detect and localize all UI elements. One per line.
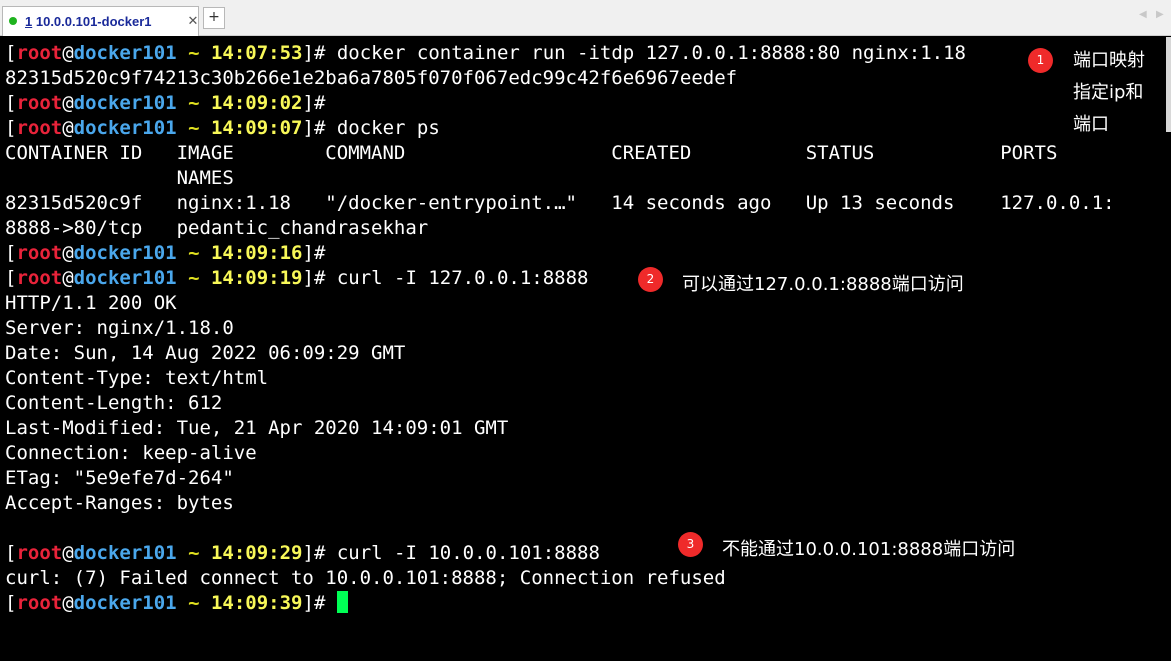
output-line: Accept-Ranges: bytes [5,492,234,514]
prompt-at: @ [62,92,74,114]
tab-number: 1 [25,14,33,29]
prompt-at: @ [62,117,74,139]
tab-label: 10.0.0.101-docker1 [35,14,152,29]
prompt-cwd: ~ [188,42,200,64]
output-line: Date: Sun, 14 Aug 2022 06:09:29 GMT [5,342,406,364]
command-text: curl -I 10.0.0.101:8888 [325,542,600,564]
connected-status-icon [9,17,17,25]
annotation-note-3: 不能通过10.0.0.101:8888端口访问 [722,539,1016,560]
output-line: ETag: "5e9efe7d-264" [5,467,234,489]
prompt-host: docker101 [73,42,177,64]
prompt-line: [root@docker101 ~ 14:09:02]# [5,91,325,116]
prompt-bracket: [ [5,542,17,564]
command-text: docker ps [325,117,440,139]
session-tab[interactable]: 1 10.0.0.101-docker1 ✕ [2,6,199,36]
command-text [325,592,336,614]
prompt-time: 14:09:39 [210,592,303,614]
prompt-at: @ [62,592,74,614]
output-line: Last-Modified: Tue, 21 Apr 2020 14:09:01… [5,417,509,439]
terminal-area[interactable]: [root@docker101 ~ 14:07:53]# docker cont… [0,37,1171,661]
prompt-user: root [16,117,63,139]
prompt-at: @ [62,542,74,564]
prompt-close: ]# [302,92,326,114]
prompt-bracket: [ [5,242,17,264]
prompt-host: docker101 [73,267,177,289]
annotation-badge-3: 3 [678,532,703,557]
prompt-bracket: [ [5,117,17,139]
output-line: 82315d520c9f74213c30b266e1e2ba6a7805f070… [5,67,738,89]
output-line: Content-Type: text/html [5,367,269,389]
prompt-time: 14:09:19 [210,267,303,289]
prompt-time: 14:09:29 [210,542,303,564]
prompt-bracket: [ [5,42,17,64]
window-edge [1166,37,1171,132]
terminal-cursor [336,591,348,613]
prompt-line: [root@docker101 ~ 14:09:19]# curl -I 127… [5,266,589,291]
prompt-close: ]# [302,117,326,139]
annotation-note-1: 端口映射 指定ip和 端口 [1073,45,1145,141]
tab-title: 1 10.0.0.101-docker1 [25,14,152,29]
prompt-close: ]# [302,42,326,64]
prompt-host: docker101 [73,542,177,564]
command-text: curl -I 127.0.0.1:8888 [325,267,589,289]
prompt-close: ]# [302,542,326,564]
prompt-cwd: ~ [188,542,200,564]
prompt-cwd: ~ [188,242,200,264]
output-line: 82315d520c9f nginx:1.18 "/docker-entrypo… [5,192,1115,214]
output-line: HTTP/1.1 200 OK [5,292,177,314]
prompt-time: 14:09:16 [210,242,303,264]
scroll-tabs-left-icon[interactable]: ◀ [1139,9,1147,20]
scroll-tabs-right-icon[interactable]: ▶ [1156,9,1164,20]
prompt-cwd: ~ [188,267,200,289]
prompt-host: docker101 [73,592,177,614]
prompt-host: docker101 [73,117,177,139]
prompt-bracket: [ [5,267,17,289]
annotation-note-1-line: 指定ip和 [1073,82,1144,103]
prompt-time: 14:09:07 [210,117,303,139]
output-line: Connection: keep-alive [5,442,257,464]
output-line: curl: (7) Failed connect to 10.0.0.101:8… [5,567,726,589]
prompt-close: ]# [302,267,326,289]
prompt-bracket: [ [5,92,17,114]
annotation-note-2: 可以通过127.0.0.1:8888端口访问 [682,274,964,295]
prompt-line: [root@docker101 ~ 14:09:16]# [5,241,325,266]
prompt-cwd: ~ [188,592,200,614]
prompt-user: root [16,542,63,564]
annotation-badge-1: 1 [1028,48,1053,73]
annotation-badge-2: 2 [638,267,663,292]
prompt-close: ]# [302,242,326,264]
prompt-close: ]# [302,592,326,614]
prompt-line: [root@docker101 ~ 14:09:07]# docker ps [5,116,440,141]
prompt-line: [root@docker101 ~ 14:07:53]# docker cont… [5,41,966,66]
prompt-host: docker101 [73,242,177,264]
output-line: NAMES [5,167,234,189]
prompt-at: @ [62,267,74,289]
prompt-user: root [16,42,63,64]
new-tab-button[interactable]: + [203,7,225,29]
prompt-line: [root@docker101 ~ 14:09:39]# [5,591,348,616]
command-text: docker container run -itdp 127.0.0.1:888… [325,42,966,64]
prompt-cwd: ~ [188,117,200,139]
annotation-note-1-line: 端口映射 [1073,50,1145,71]
prompt-time: 14:07:53 [210,42,303,64]
prompt-at: @ [62,242,74,264]
prompt-user: root [16,242,63,264]
annotation-note-1-line: 端口 [1073,114,1109,135]
prompt-line: [root@docker101 ~ 14:09:29]# curl -I 10.… [5,541,600,566]
prompt-time: 14:09:02 [210,92,303,114]
close-tab-icon[interactable]: ✕ [183,12,203,32]
output-line: Server: nginx/1.18.0 [5,317,234,339]
tab-bar: 1 10.0.0.101-docker1 ✕ + ◀ ▶ [0,0,1171,36]
prompt-user: root [16,267,63,289]
prompt-user: root [16,592,63,614]
prompt-at: @ [62,42,74,64]
prompt-cwd: ~ [188,92,200,114]
prompt-user: root [16,92,63,114]
prompt-bracket: [ [5,592,17,614]
output-line: 8888->80/tcp pedantic_chandrasekhar [5,217,429,239]
prompt-host: docker101 [73,92,177,114]
output-line: CONTAINER ID IMAGE COMMAND CREATED STATU… [5,142,1058,164]
output-line: Content-Length: 612 [5,392,223,414]
